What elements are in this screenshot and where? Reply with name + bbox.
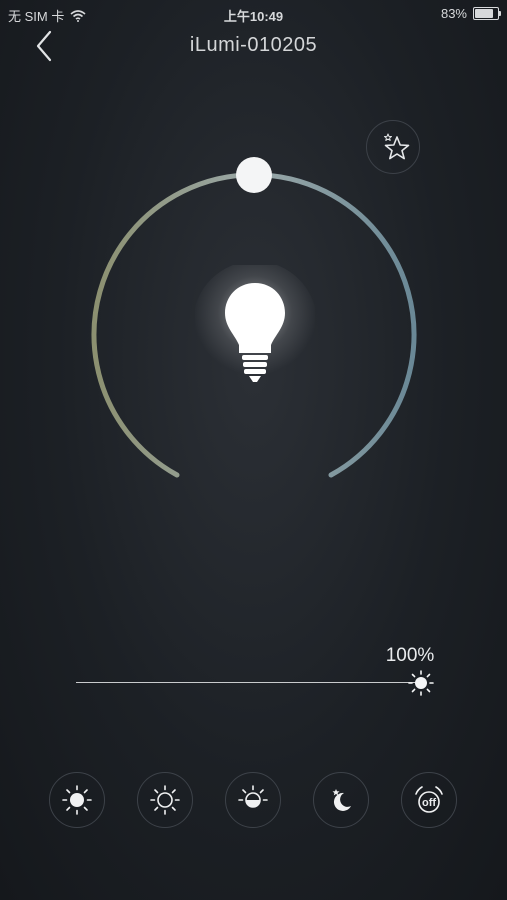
status-time: 上午10:49 [223, 9, 284, 24]
scene-bright-button[interactable] [49, 772, 105, 828]
brightness-slider[interactable] [76, 670, 446, 700]
scene-half-button[interactable] [225, 772, 281, 828]
status-bar: 无 SIM 卡 上午10:49 83% [0, 0, 507, 28]
sun-half-icon [238, 785, 268, 808]
sun-full-icon [62, 785, 92, 815]
battery-tip [499, 11, 501, 16]
light-bulb-icon[interactable] [193, 261, 317, 405]
off-label: off [422, 797, 436, 809]
scene-off-button[interactable]: off [401, 772, 457, 828]
status-right: 83% [440, 6, 501, 21]
dial-handle[interactable] [236, 157, 272, 193]
battery-fill [475, 9, 493, 18]
slider-track [76, 682, 416, 683]
scene-dim-button[interactable] [137, 772, 193, 828]
brightness-value: 100% [385, 645, 435, 666]
alarm-off-icon: off [415, 786, 443, 813]
page-title: iLumi-010205 [189, 34, 318, 56]
sun-outline-icon [150, 785, 180, 815]
nav-bar: iLumi-010205 [0, 28, 507, 72]
battery-percent: 83% [440, 6, 467, 21]
sun-icon[interactable] [408, 670, 434, 696]
moon-star-icon [332, 789, 351, 811]
scene-night-button[interactable] [313, 772, 369, 828]
battery-icon [473, 7, 501, 20]
